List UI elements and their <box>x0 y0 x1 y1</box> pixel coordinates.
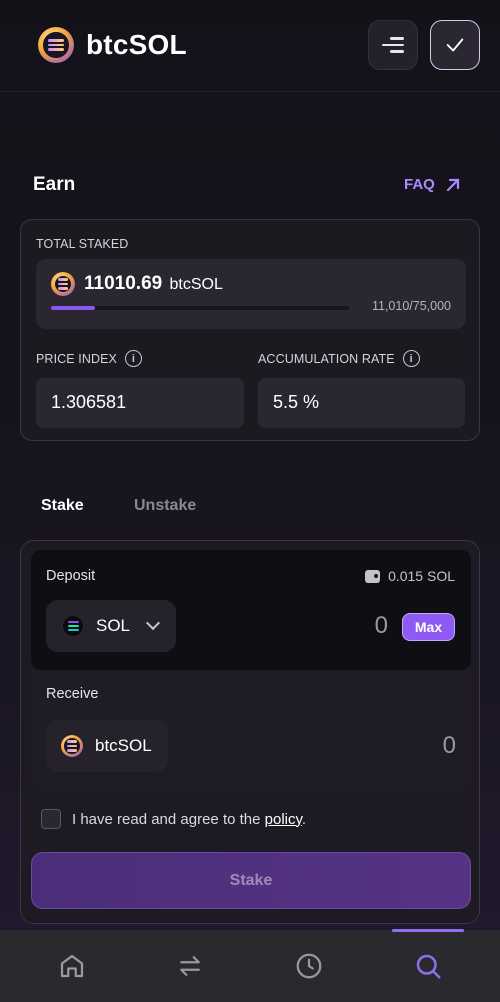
sol-icon <box>62 615 84 637</box>
nav-home[interactable] <box>36 930 108 1002</box>
wallet-balance: 0.015 SOL <box>365 568 455 584</box>
search-icon <box>416 954 441 979</box>
info-icon[interactable]: i <box>124 350 142 367</box>
deposit-token-label: SOL <box>96 616 131 635</box>
deposit-amount-input[interactable]: 0 <box>375 612 388 640</box>
staking-stats-card: TOTAL STAKED 11010.69 btcSOL 11,010/75,0… <box>20 219 480 441</box>
total-staked-box: 11010.69 btcSOL 11,010/75,000 <box>36 259 466 329</box>
deposit-panel: Deposit 0.015 SOL SOL 0 Max <box>31 550 471 670</box>
earn-heading: Earn <box>33 174 76 195</box>
menu-icon <box>382 33 404 57</box>
deposit-label: Deposit <box>46 568 96 584</box>
agree-checkbox[interactable] <box>41 809 61 829</box>
receive-panel: Receive btcSOL 0 <box>31 670 471 790</box>
agreement-text: I have read and agree to the policy. <box>72 811 306 828</box>
staking-progress-text: 11,010/75,000 <box>371 299 451 313</box>
total-staked-amount: 11010.69 <box>84 273 163 294</box>
price-index-value: 1.306581 <box>36 378 244 428</box>
tab-stake[interactable]: Stake <box>41 497 84 515</box>
deposit-token-select[interactable]: SOL <box>46 600 177 652</box>
info-icon[interactable]: i <box>402 350 420 367</box>
chevron-down-icon <box>145 615 161 631</box>
nav-search[interactable] <box>392 930 464 1002</box>
nav-swap[interactable] <box>154 930 226 1002</box>
price-index-label: PRICE INDEX <box>36 351 117 366</box>
app-header: btcSOL <box>0 0 500 92</box>
check-icon <box>446 38 464 52</box>
receive-token-display: btcSOL <box>46 720 168 772</box>
nav-history[interactable] <box>273 930 345 1002</box>
agreement-label: I have read and agree to the <box>72 810 261 828</box>
swap-icon <box>180 956 200 976</box>
app-title: btcSOL <box>86 29 187 60</box>
btcsol-logo-icon <box>38 27 74 63</box>
history-icon <box>296 953 322 979</box>
policy-link[interactable]: policy <box>265 811 302 828</box>
accumulation-rate-label: ACCUMULATION RATE <box>258 351 395 366</box>
wallet-balance-value: 0.015 SOL <box>388 568 455 584</box>
staking-progress-fill <box>51 306 95 310</box>
total-staked-label: TOTAL STAKED <box>36 237 129 251</box>
total-staked-value: 11010.69 btcSOL <box>84 273 223 295</box>
btcsol-icon <box>61 735 83 757</box>
receive-amount: 0 <box>442 732 456 759</box>
wallet-connected-button[interactable] <box>430 20 480 70</box>
accumulation-rate-label-row: ACCUMULATION RATE i <box>258 350 420 367</box>
price-index-label-row: PRICE INDEX i <box>36 350 142 367</box>
bottom-navigation <box>0 929 500 1002</box>
agreement-suffix: . <box>301 810 307 828</box>
wallet-icon <box>365 569 381 583</box>
total-staked-unit: btcSOL <box>169 276 223 293</box>
staking-progress-bar <box>51 306 349 310</box>
max-button[interactable]: Max <box>402 613 455 641</box>
menu-button[interactable] <box>368 20 418 70</box>
stake-form-card: Deposit 0.015 SOL SOL 0 Max Receive btcS… <box>20 540 480 924</box>
btcsol-icon <box>51 272 75 296</box>
policy-agreement: I have read and agree to the policy. <box>41 809 306 829</box>
faq-link[interactable]: FAQ <box>404 176 461 193</box>
receive-token-label: btcSOL <box>95 736 152 755</box>
tab-unstake[interactable]: Unstake <box>134 497 196 515</box>
faq-label: FAQ <box>404 176 435 193</box>
home-icon <box>60 954 84 978</box>
arrow-up-right-icon <box>446 178 459 191</box>
accumulation-rate-value: 5.5 % <box>258 378 465 428</box>
stake-button[interactable]: Stake <box>31 852 471 909</box>
receive-label: Receive <box>46 686 99 702</box>
